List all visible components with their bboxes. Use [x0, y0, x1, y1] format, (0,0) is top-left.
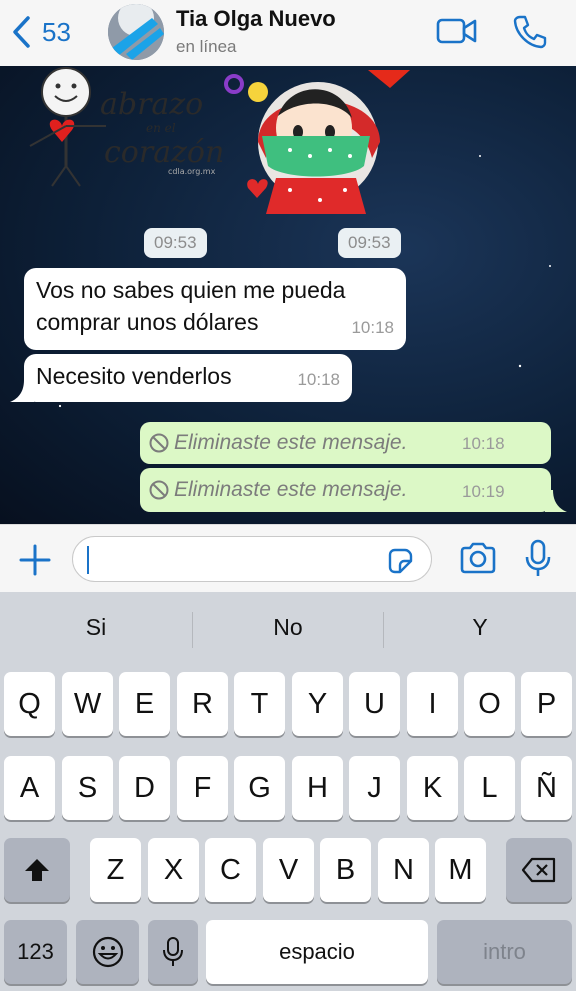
return-key[interactable]: intro: [437, 920, 572, 984]
phone-icon[interactable]: [512, 14, 548, 50]
plus-icon[interactable]: [18, 543, 52, 577]
incoming-message[interactable]: Necesito venderlos 10:18: [24, 354, 352, 402]
microphone-icon[interactable]: [524, 539, 552, 579]
message-input-bar: [0, 524, 576, 592]
key-p[interactable]: P: [521, 672, 572, 736]
key-e[interactable]: E: [119, 672, 170, 736]
wallpaper-credit: cdla.org.mx: [168, 167, 216, 176]
key-v[interactable]: V: [263, 838, 314, 902]
deleted-message[interactable]: Eliminaste este mensaje. 10:19: [140, 468, 551, 512]
key-j[interactable]: J: [349, 756, 400, 820]
key-i[interactable]: I: [407, 672, 458, 736]
key-w[interactable]: W: [62, 672, 113, 736]
video-call-icon[interactable]: [436, 14, 478, 48]
key-z[interactable]: Z: [90, 838, 141, 902]
key-enye[interactable]: Ñ: [521, 756, 572, 820]
message-time: 10:18: [297, 370, 340, 389]
deleted-message-text: Eliminaste este mensaje.: [174, 431, 408, 454]
backspace-key[interactable]: [506, 838, 572, 902]
message-time: 10:18: [462, 434, 505, 453]
key-b[interactable]: B: [320, 838, 371, 902]
wallpaper-text-1: abrazo: [100, 87, 203, 122]
backspace-icon: [521, 857, 556, 883]
key-u[interactable]: U: [349, 672, 400, 736]
key-m[interactable]: M: [435, 838, 486, 902]
sticker-icon[interactable]: [385, 546, 415, 576]
unread-count: 53: [42, 16, 71, 47]
system-time-pill: 09:53: [338, 228, 401, 258]
keyboard: Si No Y Q W E R T Y U I O P A S D F G H …: [0, 592, 576, 991]
key-q[interactable]: Q: [4, 672, 55, 736]
suggestion-3[interactable]: Y: [384, 592, 576, 662]
key-d[interactable]: D: [119, 756, 170, 820]
wallpaper-text-3: corazón: [104, 135, 224, 170]
key-c[interactable]: C: [205, 838, 256, 902]
dictation-key[interactable]: [148, 920, 198, 984]
blocked-icon: [149, 433, 169, 453]
message-time: 10:18: [351, 318, 394, 337]
contact-name[interactable]: Tia Olga Nuevo: [176, 6, 336, 32]
chat-header: 53 Tia Olga Nuevo en línea: [0, 0, 576, 66]
shift-key[interactable]: [4, 838, 70, 902]
key-x[interactable]: X: [148, 838, 199, 902]
key-h[interactable]: H: [292, 756, 343, 820]
key-k[interactable]: K: [407, 756, 458, 820]
numbers-key[interactable]: 123: [4, 920, 67, 984]
key-g[interactable]: G: [234, 756, 285, 820]
key-t[interactable]: T: [234, 672, 285, 736]
message-text-line: Necesito venderlos: [36, 363, 232, 389]
text-cursor: [87, 546, 89, 574]
deleted-message[interactable]: Eliminaste este mensaje. 10:18: [140, 422, 551, 464]
contact-status: en línea: [176, 37, 237, 56]
emoji-key[interactable]: [76, 920, 139, 984]
bubble-tail: [545, 490, 567, 512]
system-time-pill: 09:53: [144, 228, 207, 258]
suggestion-2[interactable]: No: [193, 592, 383, 662]
key-a[interactable]: A: [4, 756, 55, 820]
wallpaper-text-2: en el: [146, 121, 176, 135]
deleted-message-text: Eliminaste este mensaje.: [174, 478, 408, 501]
chevron-left-icon: [13, 16, 30, 48]
shift-icon: [25, 859, 49, 881]
message-text-line: Vos no sabes quien me pueda: [36, 277, 346, 303]
key-f[interactable]: F: [177, 756, 228, 820]
key-y[interactable]: Y: [292, 672, 343, 736]
key-n[interactable]: N: [378, 838, 429, 902]
message-text-line: comprar unos dólares: [36, 309, 259, 335]
blocked-icon: [149, 480, 169, 500]
avatar-image: [108, 4, 164, 60]
key-l[interactable]: L: [464, 756, 515, 820]
bubble-tail: [10, 380, 34, 402]
message-time: 10:19: [462, 482, 505, 501]
space-key[interactable]: espacio: [206, 920, 428, 984]
incoming-message[interactable]: Vos no sabes quien me pueda comprar unos…: [24, 268, 406, 350]
key-o[interactable]: O: [464, 672, 515, 736]
emoji-icon: [92, 936, 123, 968]
back-button[interactable]: 53: [10, 12, 71, 52]
message-input[interactable]: [72, 536, 432, 582]
camera-icon[interactable]: [459, 542, 497, 574]
key-s[interactable]: S: [62, 756, 113, 820]
chat-area[interactable]: abrazo en el corazón cdla.org.mx 09:53 0…: [0, 66, 576, 524]
avatar[interactable]: [108, 4, 164, 60]
dictation-icon: [163, 937, 183, 966]
suggestion-1[interactable]: Si: [0, 592, 192, 662]
key-r[interactable]: R: [177, 672, 228, 736]
